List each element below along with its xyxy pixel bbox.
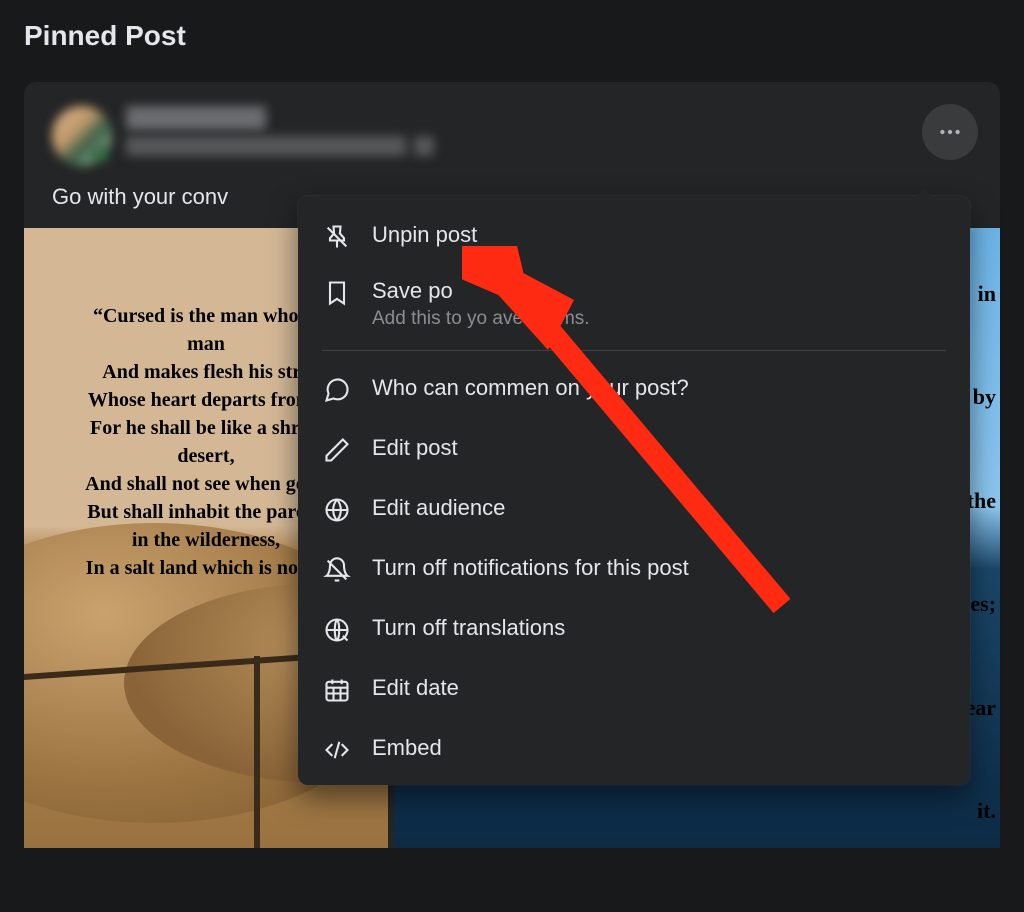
menu-item-turn-off-translations[interactable]: Turn off translations	[298, 599, 970, 659]
menu-label: Turn off translations	[372, 613, 946, 643]
post-options-menu: Unpin post Save po Add this to yo aved i…	[298, 196, 970, 785]
menu-label: Edit post	[372, 433, 946, 463]
unpin-icon	[322, 222, 352, 252]
menu-item-edit-date[interactable]: Edit date	[298, 659, 970, 719]
bookmark-icon	[322, 278, 352, 308]
menu-item-edit-audience[interactable]: Edit audience	[298, 479, 970, 539]
post-header	[52, 106, 972, 166]
menu-item-edit-post[interactable]: Edit post	[298, 419, 970, 479]
menu-item-who-comment[interactable]: Who can commen on your post?	[298, 359, 970, 419]
menu-item-embed[interactable]: Embed	[298, 719, 970, 779]
translate-icon	[322, 615, 352, 645]
comment-icon	[322, 375, 352, 405]
author-name[interactable]	[126, 106, 972, 130]
post-meta	[126, 136, 972, 156]
menu-label: Embed	[372, 733, 946, 763]
menu-label: Edit audience	[372, 493, 946, 523]
calendar-icon	[322, 675, 352, 705]
menu-item-turn-off-notifications[interactable]: Turn off notifications for this post	[298, 539, 970, 599]
code-icon	[322, 735, 352, 765]
menu-label: Who can commen on your post?	[372, 373, 946, 403]
menu-sublabel: Add this to yo aved items.	[372, 308, 946, 330]
menu-item-unpin[interactable]: Unpin post	[298, 208, 970, 264]
menu-label: Unpin post	[372, 220, 946, 250]
avatar[interactable]	[52, 106, 112, 166]
section-title: Pinned Post	[24, 20, 1000, 52]
pencil-icon	[322, 435, 352, 465]
globe-icon	[322, 495, 352, 525]
online-indicator	[94, 148, 110, 164]
menu-divider	[322, 350, 946, 351]
menu-label: Save po	[372, 276, 946, 306]
menu-label: Turn off notifications for this post	[372, 553, 946, 583]
ellipsis-icon	[937, 119, 963, 145]
more-options-button[interactable]	[922, 104, 978, 160]
menu-item-save[interactable]: Save po Add this to yo aved items.	[298, 264, 970, 342]
menu-label: Edit date	[372, 673, 946, 703]
bell-off-icon	[322, 555, 352, 585]
